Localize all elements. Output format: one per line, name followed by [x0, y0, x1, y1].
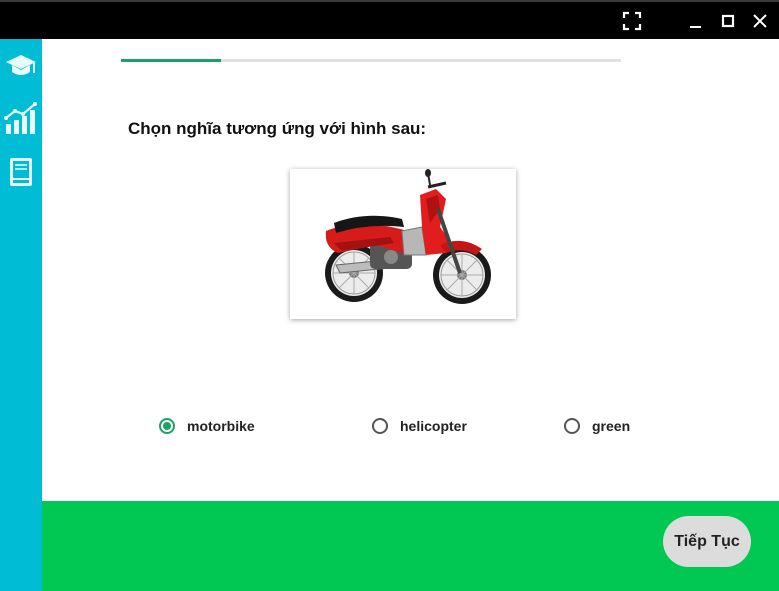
book-icon — [10, 158, 32, 186]
sidebar-item-dictionary[interactable] — [0, 151, 42, 193]
close-icon[interactable] — [749, 10, 771, 32]
sidebar — [0, 39, 42, 591]
motorbike-image — [325, 169, 491, 304]
question-text: Chọn nghĩa tương ứng với hình sau: — [128, 119, 427, 138]
option-label: green — [592, 418, 631, 434]
option-green[interactable]: green — [564, 416, 630, 436]
footer-bar: Tiếp Tục — [42, 501, 779, 591]
continue-button[interactable]: Tiếp Tục — [663, 516, 751, 567]
option-motorbike[interactable]: motorbike — [159, 416, 255, 436]
progress-bar — [121, 59, 621, 62]
stats-chart-icon — [4, 102, 37, 134]
minimize-icon[interactable] — [685, 10, 707, 32]
radio-checked-icon[interactable] — [159, 418, 175, 434]
maximize-icon[interactable] — [717, 10, 739, 32]
question-image — [290, 169, 516, 319]
radio-unchecked-icon[interactable] — [564, 418, 580, 434]
option-helicopter[interactable]: helicopter — [372, 416, 467, 436]
sidebar-item-stats[interactable] — [0, 98, 42, 140]
quiz-panel: Chọn nghĩa tương ứng với hình sau: motor… — [42, 39, 779, 501]
window-titlebar — [0, 0, 779, 39]
fullscreen-icon[interactable] — [621, 10, 643, 32]
option-label: motorbike — [187, 418, 255, 434]
progress-fill — [121, 59, 221, 62]
radio-unchecked-icon[interactable] — [372, 418, 388, 434]
option-label: helicopter — [400, 418, 467, 434]
graduation-cap-icon — [6, 55, 36, 75]
sidebar-item-learn[interactable] — [0, 45, 42, 87]
